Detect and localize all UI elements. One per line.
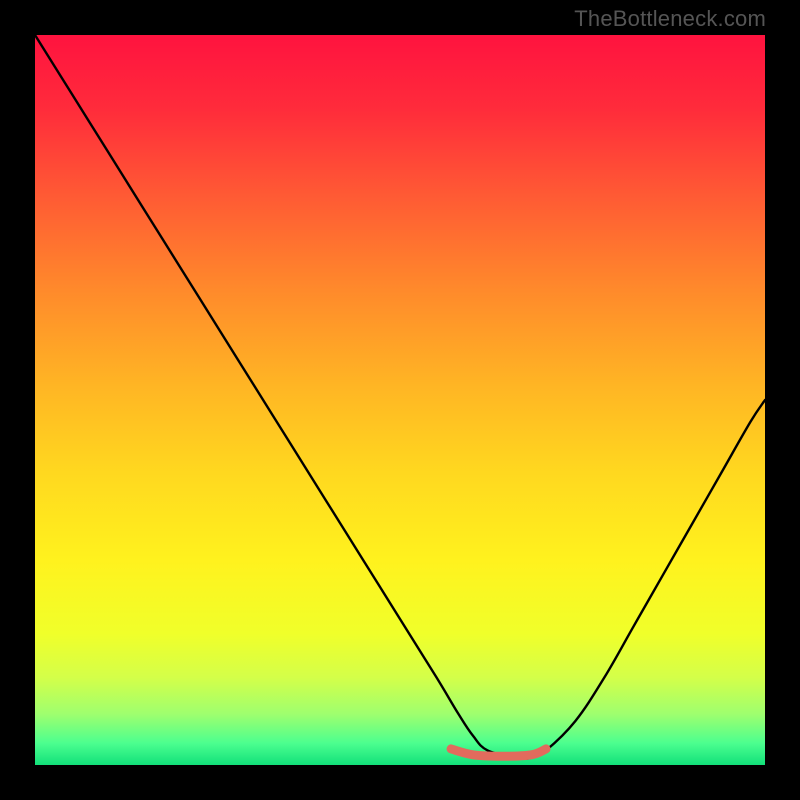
- chart-frame: TheBottleneck.com: [0, 0, 800, 800]
- highlight-band-path: [451, 749, 546, 756]
- curve-layer: [35, 35, 765, 765]
- bottleneck-curve-path: [35, 35, 765, 759]
- watermark-text: TheBottleneck.com: [574, 6, 766, 32]
- plot-area: [35, 35, 765, 765]
